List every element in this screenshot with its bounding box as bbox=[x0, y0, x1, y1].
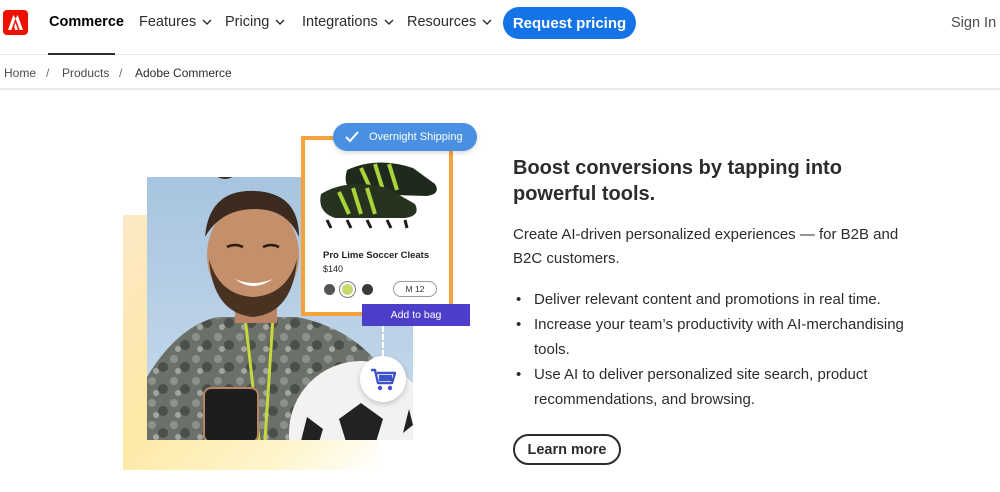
active-tab-indicator bbox=[48, 53, 115, 55]
sign-in-link[interactable]: Sign In bbox=[951, 15, 996, 31]
feature-item: Increase your team’s productivity with A… bbox=[513, 312, 923, 362]
product-price: $140 bbox=[323, 264, 344, 274]
overnight-shipping-badge: Overnight Shipping bbox=[333, 123, 477, 151]
top-navigation: Commerce Features Pricing Integrations R… bbox=[0, 0, 1000, 55]
nav-item-integrations[interactable]: Integrations bbox=[302, 14, 394, 30]
product-name: Pro Lime Soccer Cleats bbox=[323, 250, 430, 261]
hero-illustration: Pro Lime Soccer Cleats $140 M 12 Add to … bbox=[120, 120, 480, 475]
shipping-badge-label: Overnight Shipping bbox=[369, 131, 463, 143]
nav-brand-label: Commerce bbox=[49, 14, 124, 30]
hero-description: Create AI-driven personalized experience… bbox=[513, 226, 899, 267]
chevron-down-icon bbox=[384, 19, 394, 25]
breadcrumb-separator: / bbox=[119, 66, 123, 80]
size-selector[interactable]: M 12 bbox=[393, 281, 437, 297]
nav-item-resources[interactable]: Resources bbox=[407, 14, 492, 30]
feature-item: Use AI to deliver personalized site sear… bbox=[513, 362, 923, 412]
breadcrumb-separator: / bbox=[46, 66, 50, 80]
breadcrumb-current: Adobe Commerce bbox=[135, 66, 232, 80]
nav-item-label: Features bbox=[139, 14, 197, 30]
chevron-down-icon bbox=[275, 19, 285, 25]
chevron-down-icon bbox=[202, 19, 212, 25]
breadcrumb-products[interactable]: Products bbox=[62, 66, 109, 80]
shopping-cart-icon bbox=[360, 356, 406, 402]
nav-brand-commerce[interactable]: Commerce bbox=[49, 14, 124, 30]
breadcrumb-home[interactable]: Home bbox=[4, 66, 36, 80]
nav-item-features[interactable]: Features bbox=[139, 14, 212, 30]
request-pricing-button[interactable]: Request pricing bbox=[503, 7, 636, 39]
dashed-connector bbox=[382, 326, 384, 356]
hero-headline: Boost conversions by tapping into powerf… bbox=[513, 157, 842, 205]
nav-item-label: Integrations bbox=[302, 14, 378, 30]
nav-item-label: Pricing bbox=[225, 14, 270, 30]
feature-list: Deliver relevant content and promotions … bbox=[513, 287, 923, 412]
chevron-down-icon bbox=[482, 19, 492, 25]
color-swatch-gray[interactable] bbox=[324, 284, 335, 295]
nav-item-label: Resources bbox=[407, 14, 477, 30]
checkmark-icon bbox=[345, 131, 359, 143]
nav-item-pricing[interactable]: Pricing bbox=[225, 14, 285, 30]
soccer-cleats-image bbox=[320, 162, 437, 229]
color-swatch-lime-selected[interactable] bbox=[342, 284, 353, 295]
breadcrumb: Home / Products / Adobe Commerce bbox=[0, 56, 1000, 90]
feature-item: Deliver relevant content and promotions … bbox=[513, 287, 923, 312]
add-to-bag-button[interactable]: Add to bag bbox=[362, 304, 470, 326]
color-swatch-black[interactable] bbox=[362, 284, 373, 295]
learn-more-button[interactable]: Learn more bbox=[513, 434, 621, 465]
adobe-logo-icon[interactable] bbox=[3, 10, 28, 35]
